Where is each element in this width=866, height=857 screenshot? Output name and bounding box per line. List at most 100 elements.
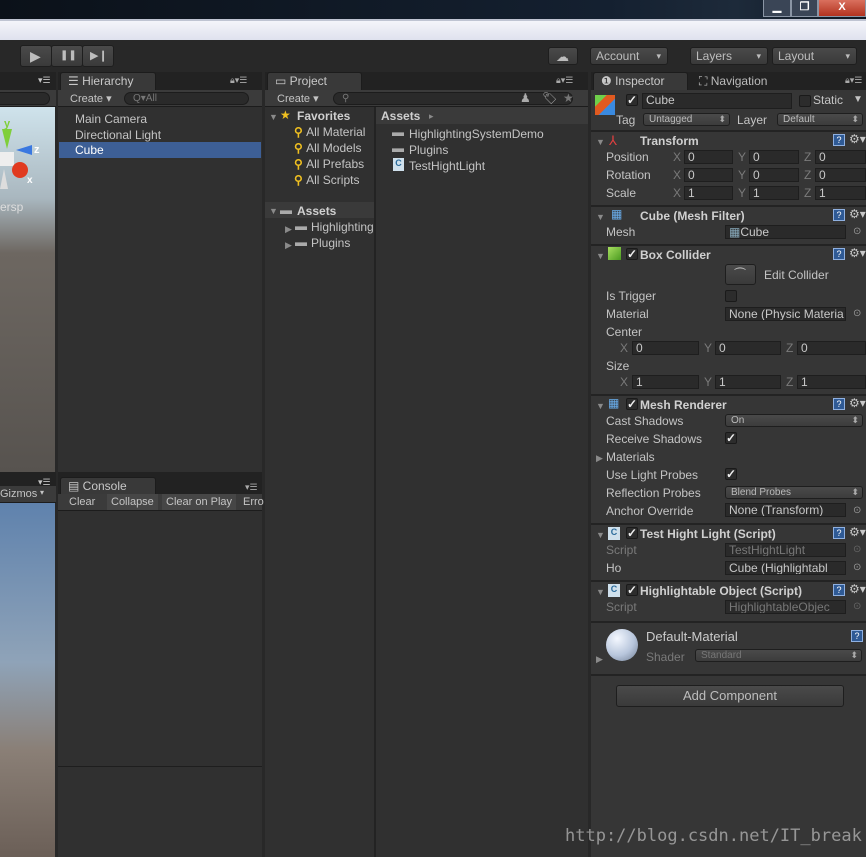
mesh-renderer-enabled-checkbox[interactable]: ✓ xyxy=(626,398,638,410)
panel-menu-icon[interactable]: ▾☰ xyxy=(245,482,258,493)
help-icon[interactable]: ? xyxy=(833,584,845,596)
close-button[interactable]: X xyxy=(818,0,866,17)
folder-item[interactable]: Highlighting xyxy=(311,220,374,234)
project-splitter[interactable] xyxy=(374,107,376,857)
help-icon[interactable]: ? xyxy=(833,209,845,221)
collapse-triangle[interactable]: ▼ xyxy=(596,587,605,597)
layer-dropdown[interactable]: Default xyxy=(777,113,863,126)
layout-dropdown[interactable]: Layout ▾ xyxy=(772,47,857,65)
layers-dropdown[interactable]: Layers ▾ xyxy=(690,47,768,65)
hierarchy-item[interactable]: Main Camera xyxy=(75,112,147,126)
gizmo-x-axis[interactable] xyxy=(12,162,28,178)
center-x-input[interactable]: 0 xyxy=(632,341,699,355)
favorite-item[interactable]: ⚲ All Scripts xyxy=(294,173,359,187)
mesh-renderer-header[interactable]: Mesh Renderer xyxy=(640,398,727,412)
expand-triangle[interactable]: ▼ xyxy=(269,206,278,216)
breadcrumb[interactable]: Assets xyxy=(381,109,420,123)
create-dropdown[interactable]: Create ▾ xyxy=(277,92,319,105)
object-picker-icon[interactable]: ⊙ xyxy=(853,308,861,319)
restore-button[interactable]: ❐ xyxy=(791,0,818,17)
add-component-button[interactable]: Add Component xyxy=(616,685,844,707)
tab-inspector[interactable]: ❶ Inspector xyxy=(593,72,688,90)
gear-icon[interactable]: ⚙▾ xyxy=(849,132,866,146)
gizmo-center[interactable] xyxy=(0,152,14,166)
asset-item[interactable]: TestHightLight xyxy=(409,159,485,173)
is-trigger-checkbox[interactable] xyxy=(725,290,737,302)
pause-button[interactable]: ❚❚ xyxy=(51,45,83,67)
materials-foldout[interactable]: Materials xyxy=(606,450,655,464)
tab-navigation[interactable]: ⛶ Navigation xyxy=(699,73,767,90)
scale-x-input[interactable]: 1 xyxy=(684,186,733,200)
scale-y-input[interactable]: 1 xyxy=(749,186,799,200)
tag-dropdown[interactable]: Untagged xyxy=(643,113,730,126)
box-collider-enabled-checkbox[interactable]: ✓ xyxy=(626,248,638,260)
hierarchy-item[interactable]: Directional Light xyxy=(75,128,161,142)
center-y-input[interactable]: 0 xyxy=(715,341,781,355)
clear-button[interactable]: Clear xyxy=(69,496,95,508)
script-enabled-checkbox[interactable]: ✓ xyxy=(626,584,638,596)
rotation-x-input[interactable]: 0 xyxy=(684,168,733,182)
position-x-input[interactable]: 0 xyxy=(684,150,733,164)
help-icon[interactable]: ? xyxy=(833,248,845,260)
expand-triangle[interactable]: ▶ xyxy=(596,654,603,665)
mesh-field[interactable]: ▦Cube xyxy=(725,225,846,239)
play-button[interactable]: ▶ xyxy=(20,45,52,67)
favorite-item[interactable]: ⚲ All Models xyxy=(294,141,361,155)
filter-label-icon[interactable]: 🏷︎ xyxy=(542,91,557,105)
project-search-input[interactable]: ⚲ xyxy=(333,92,573,105)
size-y-input[interactable]: 1 xyxy=(715,375,781,389)
asset-item[interactable]: HighlightingSystemDemo xyxy=(409,127,544,141)
lock-icon[interactable]: 🔒︎▾☰ xyxy=(845,75,862,86)
favorite-item[interactable]: ⚲ All Prefabs xyxy=(294,157,364,171)
step-button[interactable]: ▶❙ xyxy=(82,45,114,67)
gizmo-z-axis[interactable] xyxy=(16,145,32,155)
expand-triangle[interactable]: ▶ xyxy=(285,224,292,235)
cast-shadows-dropdown[interactable]: On xyxy=(725,414,863,427)
object-picker-icon[interactable]: ⊙ xyxy=(853,562,861,573)
hierarchy-search-input[interactable]: Q▾All xyxy=(124,92,249,105)
receive-shadows-checkbox[interactable]: ✓ xyxy=(725,432,737,444)
reflection-probes-dropdown[interactable]: Blend Probes xyxy=(725,486,863,499)
collapse-triangle[interactable]: ▼ xyxy=(596,251,605,261)
clear-on-play-toggle[interactable]: Clear on Play xyxy=(162,494,237,510)
minimize-button[interactable]: ▁ xyxy=(763,0,791,17)
perspective-label[interactable]: ersp xyxy=(0,200,23,214)
collapse-toggle[interactable]: Collapse xyxy=(107,494,158,510)
object-picker-icon[interactable]: ⊙ xyxy=(853,226,861,237)
static-dropdown-arrow[interactable]: ▼ xyxy=(853,94,863,105)
edit-collider-button[interactable]: ⏜ xyxy=(725,264,756,285)
expand-triangle[interactable]: ▶ xyxy=(285,240,292,251)
gear-icon[interactable]: ⚙▾ xyxy=(849,396,866,410)
help-icon[interactable]: ? xyxy=(833,134,845,146)
tab-project[interactable]: ▭ Project xyxy=(267,72,362,90)
collapse-triangle[interactable]: ▼ xyxy=(596,212,605,222)
gear-icon[interactable]: ⚙▾ xyxy=(849,246,866,260)
script-enabled-checkbox[interactable]: ✓ xyxy=(626,527,638,539)
anchor-override-field[interactable]: None (Transform) xyxy=(725,503,846,517)
position-z-input[interactable]: 0 xyxy=(815,150,866,164)
panel-menu-icon[interactable]: ▾☰ xyxy=(38,75,51,86)
use-light-probes-checkbox[interactable]: ✓ xyxy=(725,468,737,480)
ho-field[interactable]: Cube (Highlightabl xyxy=(725,561,846,575)
active-checkbox[interactable]: ✓ xyxy=(626,94,638,106)
favorite-star-icon[interactable]: ★ xyxy=(563,91,574,105)
highlightable-header[interactable]: Highlightable Object (Script) xyxy=(640,584,802,598)
gizmo-y-axis[interactable] xyxy=(2,129,12,149)
shader-dropdown[interactable]: Standard xyxy=(695,649,862,662)
expand-triangle[interactable]: ▶ xyxy=(596,453,603,464)
cloud-button[interactable]: ☁ xyxy=(548,47,578,65)
collapse-triangle[interactable]: ▼ xyxy=(596,530,605,540)
help-icon[interactable]: ? xyxy=(833,398,845,410)
create-dropdown[interactable]: Create ▾ xyxy=(70,92,112,105)
rotation-z-input[interactable]: 0 xyxy=(815,168,866,182)
account-dropdown[interactable]: Account ▾ xyxy=(590,47,668,65)
asset-item[interactable]: Plugins xyxy=(409,143,448,157)
scale-z-input[interactable]: 1 xyxy=(815,186,866,200)
help-icon[interactable]: ? xyxy=(833,527,845,539)
transform-header[interactable]: Transform xyxy=(640,134,699,148)
filter-type-icon[interactable]: ♟ xyxy=(520,91,531,105)
gizmos-dropdown[interactable]: Gizmos xyxy=(0,488,37,500)
object-name-input[interactable]: Cube xyxy=(642,93,792,109)
favorites-header[interactable]: Favorites xyxy=(297,109,350,123)
collapse-triangle[interactable]: ▼ xyxy=(596,401,605,411)
